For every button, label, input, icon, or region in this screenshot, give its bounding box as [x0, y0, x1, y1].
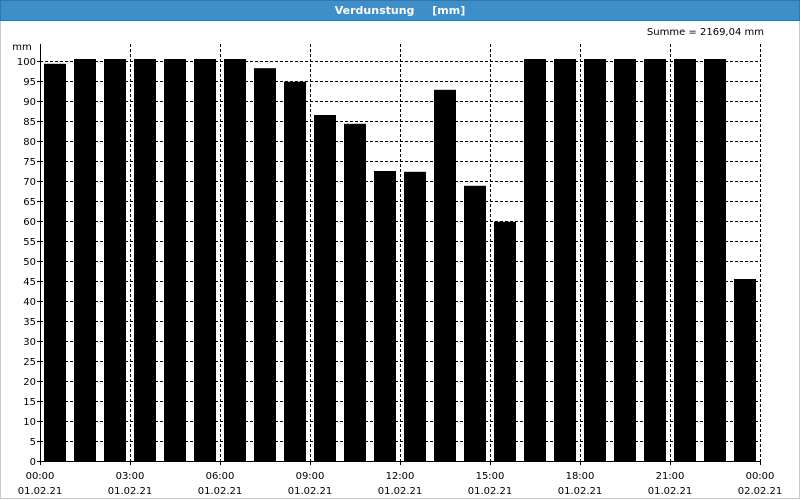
x-tick-label-date: 01.02.21	[198, 486, 243, 497]
x-tick-label-date: 01.02.21	[378, 486, 423, 497]
x-tick-label-time: 15:00	[476, 471, 505, 482]
x-tick-label-time: 03:00	[116, 471, 145, 482]
bar	[404, 171, 426, 462]
x-tick-label-date: 01.02.21	[288, 486, 333, 497]
y-axis-label: mm	[12, 42, 31, 53]
x-tick-label-date: 01.02.21	[108, 486, 153, 497]
bar	[584, 59, 606, 461]
x-tick-label-time: 00:00	[26, 471, 55, 482]
bar-chart: 0 5 10 15 20 25 30 35 40 45 50 55 60 65 70 75 80 85 90 95 10…	[12, 42, 783, 497]
bar	[374, 171, 396, 461]
y-tick-label: 85	[23, 117, 36, 128]
x-tick-label-time: 00:00	[746, 471, 775, 482]
x-tick-label-time: 12:00	[386, 471, 415, 482]
bar	[434, 89, 456, 462]
bar	[134, 59, 156, 461]
bar	[494, 221, 516, 461]
bar	[644, 59, 666, 461]
x-tick-label-date: 02.02.21	[738, 486, 783, 497]
y-tick-label: 70	[23, 177, 36, 188]
y-tick-label: 5	[30, 437, 36, 448]
y-tick-label: 100	[17, 57, 36, 68]
bar	[194, 59, 216, 461]
x-tick-label-date: 01.02.21	[558, 486, 603, 497]
bar	[254, 68, 276, 461]
x-tick-label-time: 06:00	[206, 471, 235, 482]
bar	[224, 59, 246, 461]
x-tick-label-date: 01.02.21	[648, 486, 693, 497]
bar	[284, 81, 306, 462]
bar	[164, 59, 186, 461]
y-tick-label: 95	[23, 77, 36, 88]
bar	[464, 185, 486, 462]
bar	[104, 59, 126, 461]
x-tick-label-date: 01.02.21	[468, 486, 513, 497]
bar	[44, 63, 66, 462]
bar	[524, 59, 546, 461]
bar	[614, 59, 636, 461]
x-tick-label-date: 01.02.21	[18, 486, 63, 497]
x-tick-label-time: 09:00	[296, 471, 325, 482]
bar	[674, 59, 696, 461]
y-tick-label: 50	[23, 257, 36, 268]
y-tick-label: 90	[23, 97, 36, 108]
y-tick-label: 10	[23, 417, 36, 428]
bar	[554, 59, 576, 461]
y-tick-label: 65	[23, 197, 36, 208]
y-tick-label: 15	[23, 397, 36, 408]
y-tick-label: 35	[23, 317, 36, 328]
bar	[344, 123, 366, 462]
y-tick-label: 60	[23, 217, 36, 228]
x-tick-label-time: 18:00	[566, 471, 595, 482]
y-tick-label: 20	[23, 377, 36, 388]
bar	[314, 115, 336, 461]
bar	[734, 279, 756, 461]
bar	[704, 59, 726, 461]
y-tick-label: 45	[23, 277, 36, 288]
y-tick-label: 75	[23, 157, 36, 168]
y-tick-label: 25	[23, 357, 36, 368]
bar	[74, 59, 96, 461]
y-tick-label: 30	[23, 337, 36, 348]
y-tick-label: 80	[23, 137, 36, 148]
x-tick-label-time: 21:00	[656, 471, 685, 482]
y-tick-label: 40	[23, 297, 36, 308]
y-tick-label: 55	[23, 237, 36, 248]
y-tick-label: 0	[30, 457, 36, 468]
